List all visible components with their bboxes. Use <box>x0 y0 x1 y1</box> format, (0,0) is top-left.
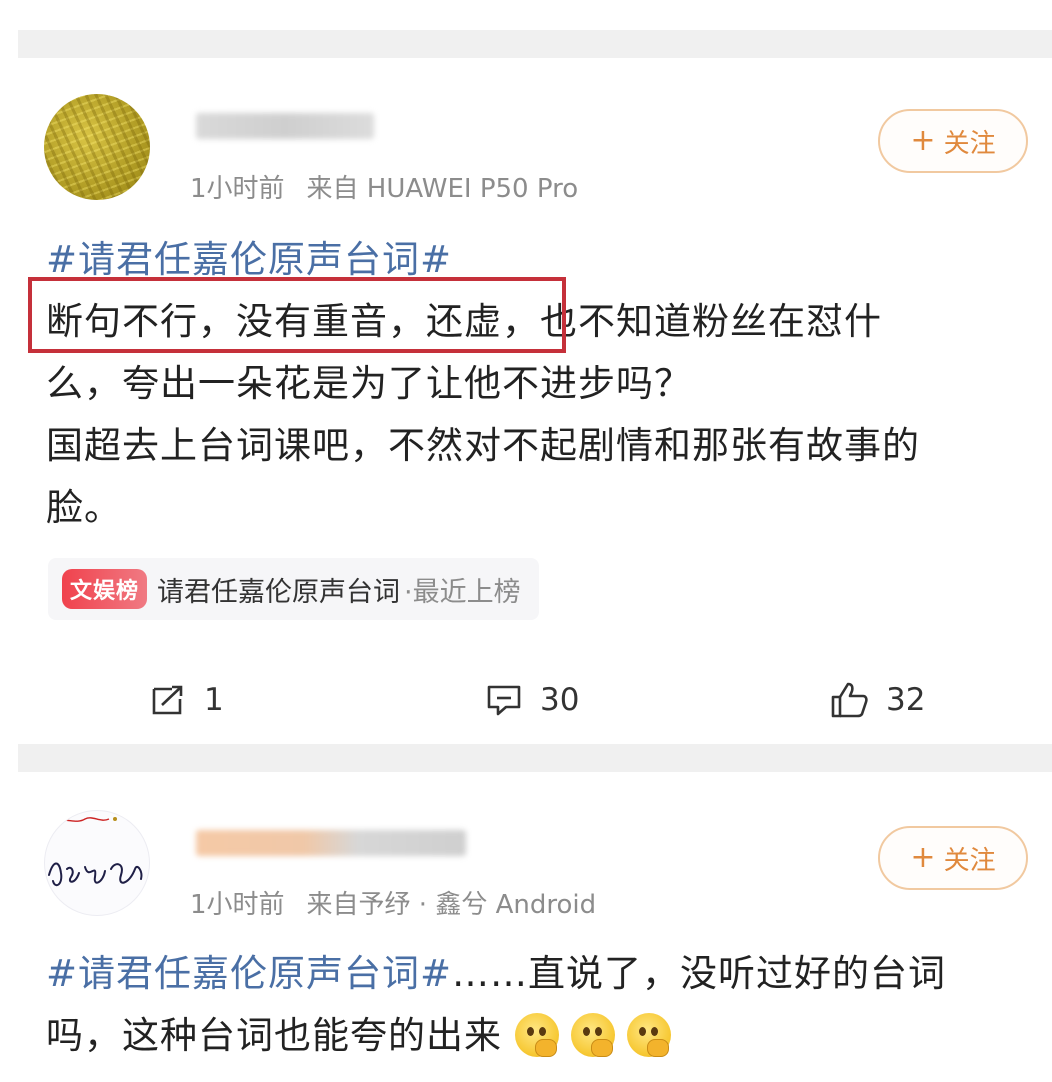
comment-count: 30 <box>540 682 580 718</box>
user-avatar[interactable] <box>44 810 150 916</box>
post-time: 1小时前 <box>190 174 285 204</box>
topic-link[interactable]: #请君任嘉伦原声台词# <box>46 238 452 281</box>
post-meta: 1小时前 来自 HUAWEI P50 Pro <box>190 168 578 205</box>
entertainment-badge: 文娱榜 <box>62 569 148 609</box>
like-count: 32 <box>886 682 926 718</box>
like-icon <box>831 682 868 718</box>
top-strip <box>0 0 1052 30</box>
repost-count: 1 <box>204 682 224 718</box>
user-avatar[interactable] <box>44 94 150 200</box>
content-line-3: 国超去上台词课吧，不然对不起剧情和那张有故事的 <box>46 424 920 467</box>
content-line-4: 脸。 <box>46 486 122 529</box>
like-action[interactable]: 32 <box>830 676 925 724</box>
section-divider-top <box>18 30 1052 58</box>
username-blurred[interactable] <box>196 830 466 856</box>
repost-icon <box>152 685 183 715</box>
follow-button[interactable]: + 关注 <box>878 826 1028 890</box>
plus-icon: + <box>910 840 936 875</box>
content-line-1: 也不知道粉丝在怼什 <box>540 300 882 343</box>
highlight-annotation-box <box>28 277 566 353</box>
comment-icon <box>487 685 521 716</box>
thinking-face-emoji <box>626 1012 671 1057</box>
username-blurred[interactable] <box>196 113 374 139</box>
follow-label: 关注 <box>943 845 996 876</box>
topic-link[interactable]: #请君任嘉伦原声台词# <box>46 952 452 995</box>
trending-topic-chip[interactable]: 文娱榜 请君任嘉伦原声台词 ·最近上榜 <box>48 558 539 620</box>
plus-icon: + <box>910 123 936 158</box>
thinking-face-emoji <box>570 1012 615 1057</box>
post-source: 来自 HUAWEI P50 Pro <box>306 174 579 204</box>
repost-action[interactable]: 1 <box>150 676 224 724</box>
post-source: 来自予纾 · 鑫兮 Android <box>306 890 597 920</box>
handwritten-signature-avatar <box>48 817 143 887</box>
section-divider-middle <box>18 744 1052 772</box>
chip-title: 请君任嘉伦原声台词 <box>157 576 401 608</box>
follow-button[interactable]: + 关注 <box>878 109 1028 173</box>
chip-suffix: ·最近上榜 <box>404 576 521 608</box>
post-time: 1小时前 <box>190 890 285 920</box>
thinking-face-emoji <box>514 1012 559 1057</box>
follow-label: 关注 <box>943 128 996 159</box>
content-line-1: ……直说了，没听过好的台词 <box>452 952 947 995</box>
post-content: #请君任嘉伦原声台词#……直说了，没听过好的台词 吗，这种台词也能夸的出来 <box>46 943 946 1067</box>
comment-action[interactable]: 30 <box>486 676 579 724</box>
content-line-2: 吗，这种台词也能夸的出来 <box>46 1014 502 1057</box>
content-line-2: 么，夸出一朵花是为了让他不进步吗？ <box>46 362 692 405</box>
post-meta: 1小时前 来自予纾 · 鑫兮 Android <box>190 884 596 921</box>
post-content: #请君任嘉伦原声台词# 断句不行，没有重音，还虚，也不知道粉丝在怼什 么，夸出一… <box>46 229 920 539</box>
